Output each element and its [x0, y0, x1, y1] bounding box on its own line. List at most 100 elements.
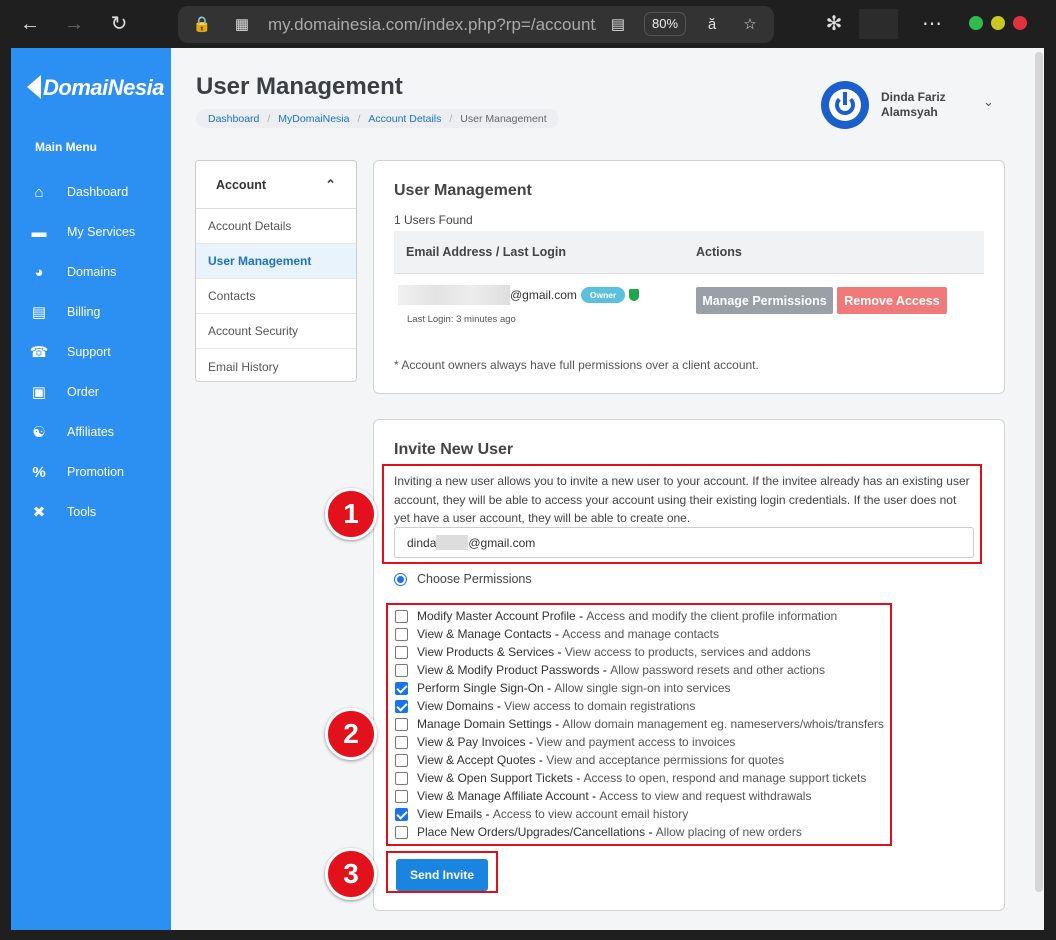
permission-name: View Domains — [417, 699, 494, 713]
permission-item[interactable]: View & Accept Quotes - View and acceptan… — [395, 752, 784, 768]
highlight-box-1: Inviting a new user allows you to invite… — [382, 464, 982, 564]
avatar[interactable] — [821, 81, 869, 129]
sidebar-item-promotion[interactable]: % Promotion — [27, 458, 171, 486]
minimize-icon[interactable] — [969, 16, 983, 30]
permission-checkbox[interactable] — [395, 609, 408, 623]
chevron-up-icon[interactable]: ⌃ — [325, 177, 336, 193]
cart-icon: ▣ — [31, 384, 47, 401]
sidebar-item-billing[interactable]: ▤ Billing — [27, 298, 171, 326]
permission-item[interactable]: View Products & Services - View access t… — [395, 644, 811, 660]
radio-button[interactable] — [394, 572, 407, 586]
permission-checkbox[interactable] — [395, 663, 408, 677]
url-text[interactable]: my.domainesia.com/index.php?rp=/account/… — [268, 15, 596, 35]
sidebar-item-dashboard[interactable]: ⌂ Dashboard — [27, 178, 171, 206]
permission-desc: Access to open, respond and manage suppo… — [583, 771, 867, 785]
permission-name: Perform Single Sign-On — [417, 681, 544, 695]
remove-access-button[interactable]: Remove Access — [837, 287, 947, 314]
back-icon[interactable]: ← — [18, 12, 42, 36]
permission-item[interactable]: Perform Single Sign-On - Allow single si… — [395, 680, 731, 696]
sidebar-item-support[interactable]: ☎ Support — [27, 338, 171, 366]
chevron-down-icon[interactable]: ⌄ — [983, 94, 994, 110]
choose-permissions-option[interactable]: Choose Permissions — [394, 572, 532, 586]
permission-name: View & Pay Invoices — [417, 735, 526, 749]
sidebar: DomaiNesia Main Menu ⌂ Dashboard ▬ My Se… — [11, 48, 171, 930]
avatar-power-icon — [829, 89, 861, 121]
breadcrumb-account-details[interactable]: Account Details — [368, 113, 441, 125]
manage-permissions-button[interactable]: Manage Permissions — [696, 287, 833, 314]
permission-checkbox[interactable] — [395, 717, 408, 731]
user-management-card: User Management 1 Users Found Email Addr… — [373, 160, 1005, 394]
permission-checkbox[interactable] — [395, 627, 408, 641]
permission-checkbox[interactable] — [395, 789, 408, 803]
send-invite-button[interactable]: Send Invite — [396, 859, 488, 891]
account-menu-account-security[interactable]: Account Security — [196, 314, 356, 349]
maximize-icon[interactable] — [991, 16, 1005, 30]
sidebar-item-label: My Services — [67, 225, 136, 239]
step-marker-3: 3 — [325, 848, 377, 900]
permission-checkbox[interactable] — [395, 753, 408, 767]
permission-item[interactable]: Place New Orders/Upgrades/Cancellations … — [395, 824, 802, 840]
permission-item[interactable]: View Emails - Access to view account ema… — [395, 806, 688, 822]
permission-desc: Access and manage contacts — [562, 627, 719, 641]
forward-icon[interactable]: → — [62, 12, 86, 36]
breadcrumb-separator: / — [449, 112, 453, 125]
permission-checkbox[interactable] — [395, 825, 408, 839]
card-title: Invite New User — [394, 441, 514, 458]
permission-item[interactable]: View Domains - View access to domain reg… — [395, 698, 695, 714]
permission-checkbox[interactable] — [395, 735, 408, 749]
permission-checkbox[interactable] — [395, 645, 408, 659]
site-info-icon[interactable]: ▦ — [232, 15, 252, 35]
page-scrollbar[interactable] — [1035, 52, 1043, 892]
account-menu-email-history[interactable]: Email History — [196, 349, 356, 381]
users-found-count: 1 Users Found — [394, 213, 473, 227]
account-menu-header[interactable]: Account ⌃ — [196, 161, 356, 209]
sidebar-item-my-services[interactable]: ▬ My Services — [27, 218, 171, 246]
favorites-icon[interactable]: ☆ — [740, 15, 760, 35]
logo[interactable]: DomaiNesia — [27, 75, 164, 101]
breadcrumb-mydomainesia[interactable]: MyDomaiNesia — [278, 113, 349, 125]
sidebar-item-tools[interactable]: ✖ Tools — [27, 498, 171, 526]
permission-checkbox-checked[interactable] — [395, 807, 408, 821]
permission-item[interactable]: Modify Master Account Profile - Access a… — [395, 608, 837, 624]
permission-item[interactable]: View & Manage Affiliate Account - Access… — [395, 788, 811, 804]
permission-item[interactable]: View & Pay Invoices - View and payment a… — [395, 734, 735, 750]
permission-desc: Allow placing of new orders — [655, 825, 802, 839]
avatar-bar — [843, 92, 847, 105]
sidebar-item-domains[interactable]: ◕ Domains — [27, 258, 171, 286]
sidebar-item-order[interactable]: ▣ Order — [27, 378, 171, 406]
permission-name: View Products & Services — [417, 645, 555, 659]
reader-icon[interactable]: ▤ — [608, 15, 628, 35]
permission-item[interactable]: View & Open Support Tickets - Access to … — [395, 770, 866, 786]
permission-checkbox[interactable] — [395, 771, 408, 785]
reload-icon[interactable]: ↻ — [107, 12, 131, 36]
extension-slot[interactable] — [859, 9, 898, 39]
account-menu-user-management[interactable]: User Management — [196, 244, 356, 279]
breadcrumb-dashboard[interactable]: Dashboard — [208, 113, 259, 125]
permission-item[interactable]: View & Manage Contacts - Access and mana… — [395, 626, 719, 642]
permission-desc: View and payment access to invoices — [536, 735, 736, 749]
sidebar-item-affiliates[interactable]: ☯ Affiliates — [27, 418, 171, 446]
user-name[interactable]: Dinda Fariz Alamsyah — [881, 90, 971, 120]
account-menu-contacts[interactable]: Contacts — [196, 279, 356, 314]
card-title: User Management — [394, 182, 532, 199]
more-icon[interactable]: ⋯ — [920, 12, 944, 36]
radio-label: Choose Permissions — [417, 572, 532, 586]
close-icon[interactable] — [1013, 16, 1027, 30]
permission-item[interactable]: Manage Domain Settings - Allow domain ma… — [395, 716, 884, 732]
permission-checkbox-checked[interactable] — [395, 699, 408, 713]
permission-item[interactable]: View & Modify Product Passwords - Allow … — [395, 662, 825, 678]
permission-checkbox-checked[interactable] — [395, 681, 408, 695]
breadcrumb: Dashboard / MyDomaiNesia / Account Detai… — [196, 109, 559, 128]
sidebar-item-label: Tools — [67, 505, 97, 519]
account-menu-account-details[interactable]: Account Details — [196, 209, 356, 244]
zoom-level[interactable]: 80% — [644, 12, 686, 36]
permission-name: Manage Domain Settings — [417, 717, 552, 731]
tools-icon: ✖ — [32, 504, 46, 521]
permission-desc: Access to view account email history — [492, 807, 689, 821]
extensions-icon[interactable]: ✻ — [822, 12, 846, 36]
email-field[interactable]: dinda @gmail.com — [394, 527, 974, 558]
address-bar[interactable]: 🔒 ▦ my.domainesia.com/index.php?rp=/acco… — [178, 6, 774, 43]
lock-icon[interactable]: 🔒 — [192, 15, 212, 35]
translate-icon[interactable]: ă — [702, 15, 722, 35]
invite-description: Inviting a new user allows you to invite… — [394, 474, 970, 525]
